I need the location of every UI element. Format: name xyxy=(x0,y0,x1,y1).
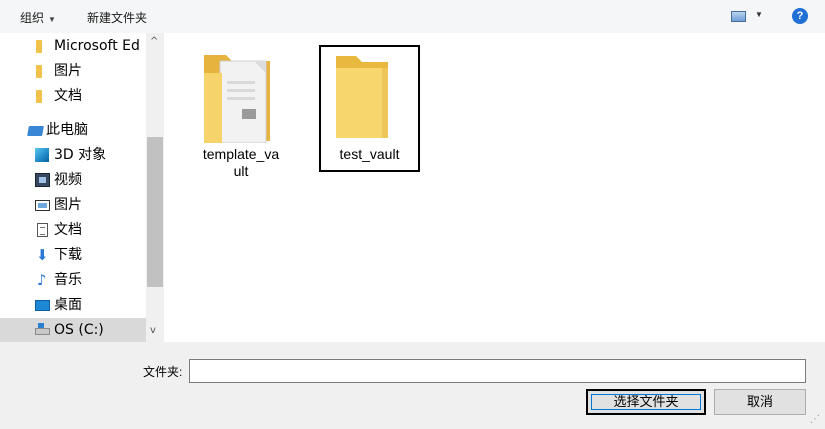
cancel-button[interactable]: 取消 xyxy=(714,389,806,415)
dialog-footer: 文件夹: 选择文件夹 取消 ⋰ xyxy=(0,342,825,429)
folder-name: template_va ult xyxy=(202,146,280,179)
cancel-label: 取消 xyxy=(746,394,773,409)
new-folder-label: 新建文件夹 xyxy=(87,11,148,25)
music-icon: ♪ xyxy=(37,271,47,289)
drive-icon xyxy=(35,323,50,335)
nav-item-music[interactable]: ♪ 音乐 xyxy=(0,268,146,293)
folder-item-template-vault[interactable]: template_va ult xyxy=(186,43,296,193)
view-options-icon xyxy=(731,11,746,22)
nav-item-downloads[interactable]: ⬇ 下载 xyxy=(0,243,146,268)
nav-item-label: 此电脑 xyxy=(46,122,88,138)
nav-item-microsoft-edge[interactable]: Microsoft Ed xyxy=(0,34,146,59)
folder-icon xyxy=(36,65,42,78)
nav-item-label: 文档 xyxy=(54,222,82,238)
nav-item-videos[interactable]: 视频 xyxy=(0,168,146,193)
chevron-down-icon: ▼ xyxy=(48,15,56,24)
organize-menu-button[interactable]: 组织 ▼ xyxy=(20,9,56,26)
nav-item-documents[interactable]: 文档 xyxy=(0,218,146,243)
scrollbar-thumb[interactable] xyxy=(147,137,163,287)
help-button[interactable]: ? xyxy=(792,8,808,24)
select-folder-button[interactable]: 选择文件夹 xyxy=(586,389,706,415)
folder-icon xyxy=(336,56,388,138)
folder-item-test-vault[interactable]: test_vault xyxy=(319,45,420,172)
nav-item-label: 图片 xyxy=(54,63,82,79)
folder-field-label: 文件夹: xyxy=(143,365,183,379)
nav-item-documents-quick[interactable]: 文档 xyxy=(0,84,146,109)
nav-item-label: 文档 xyxy=(54,88,82,104)
resize-grip-icon[interactable]: ⋰ xyxy=(810,414,820,425)
nav-item-desktop[interactable]: 桌面 xyxy=(0,293,146,318)
download-icon: ⬇ xyxy=(36,246,49,264)
nav-item-label: OS (C:) xyxy=(54,322,104,338)
videos-icon xyxy=(35,173,50,187)
focus-ring xyxy=(591,394,701,410)
folder-icon xyxy=(36,90,42,103)
new-folder-button[interactable]: 新建文件夹 xyxy=(87,9,147,26)
scroll-up-arrow-icon[interactable]: ^ xyxy=(150,36,158,47)
documents-icon xyxy=(37,223,48,237)
help-icon: ? xyxy=(796,10,804,22)
nav-item-3d-objects[interactable]: 3D 对象 xyxy=(0,143,146,168)
3d-objects-icon xyxy=(35,148,49,162)
folder-icon xyxy=(36,40,42,53)
nav-item-label: 视频 xyxy=(54,172,82,188)
change-view-button[interactable]: ▼ xyxy=(731,10,763,24)
nav-item-label: Microsoft Ed xyxy=(54,38,140,54)
folder-with-markdown-file-icon xyxy=(204,55,270,143)
chevron-down-icon: ▼ xyxy=(755,10,763,19)
nav-item-os-c-drive[interactable]: OS (C:) xyxy=(0,318,146,342)
nav-item-label: 图片 xyxy=(54,197,82,213)
nav-item-pictures-quick[interactable]: 图片 xyxy=(0,59,146,84)
toolbar: 组织 ▼ 新建文件夹 ▼ ? xyxy=(0,0,825,33)
nav-item-label: 音乐 xyxy=(54,272,82,288)
nav-item-this-pc[interactable]: 此电脑 xyxy=(0,118,146,143)
nav-item-label: 桌面 xyxy=(54,297,82,313)
folder-name: test_vault xyxy=(339,146,400,162)
navigation-pane: Microsoft Ed 图片 文档 此电脑 3D 对象 视频 图片 文档 ⬇ … xyxy=(0,33,164,342)
nav-item-label: 3D 对象 xyxy=(54,147,107,163)
organize-label: 组织 xyxy=(20,11,45,25)
nav-scrollbar[interactable]: ^ v xyxy=(146,33,164,342)
nav-item-label: 下载 xyxy=(54,247,82,263)
pictures-icon xyxy=(35,200,50,211)
desktop-icon xyxy=(35,300,50,311)
folder-content-view: template_va ult test_vault xyxy=(164,33,825,342)
scroll-down-arrow-icon[interactable]: v xyxy=(150,325,156,336)
computer-icon xyxy=(27,126,44,136)
folder-name-input[interactable] xyxy=(189,359,806,383)
nav-item-pictures[interactable]: 图片 xyxy=(0,193,146,218)
